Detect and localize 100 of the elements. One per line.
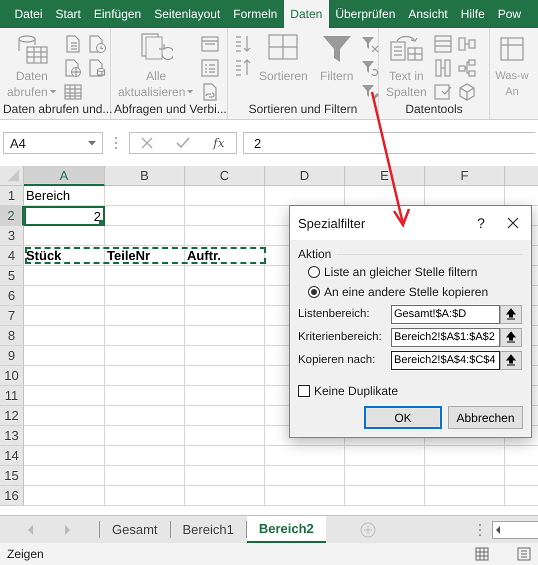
cancel-button[interactable]: Abbrechen xyxy=(448,406,523,429)
row-header[interactable]: 10 xyxy=(0,366,24,386)
collapse-dialog-button[interactable] xyxy=(500,350,522,370)
row-header[interactable]: 2 xyxy=(0,206,24,226)
database-document-icon[interactable] xyxy=(86,58,107,78)
row-header[interactable]: 14 xyxy=(0,446,24,466)
spreadsheet-cell[interactable] xyxy=(185,446,265,466)
sheet-tab[interactable]: Gesamt xyxy=(100,521,171,538)
spreadsheet-cell[interactable] xyxy=(105,306,185,326)
spreadsheet-cell[interactable] xyxy=(24,266,105,286)
row-header[interactable]: 16 xyxy=(0,486,24,506)
spreadsheet-cell[interactable] xyxy=(105,446,185,466)
row-header[interactable]: 15 xyxy=(0,466,24,486)
sheet-tab[interactable]: Bereich2 xyxy=(246,516,326,543)
sort-ascending-icon[interactable] xyxy=(233,34,253,54)
clear-filter-icon[interactable] xyxy=(360,34,380,54)
horizontal-scrollbar[interactable] xyxy=(492,520,538,538)
scroll-right-icon[interactable] xyxy=(65,524,72,534)
spreadsheet-cell[interactable] xyxy=(425,486,505,506)
spreadsheet-cell[interactable] xyxy=(105,186,185,206)
ribbon-tab[interactable]: Datei xyxy=(8,0,50,28)
spreadsheet-cell[interactable] xyxy=(185,186,265,206)
spreadsheet-cell[interactable] xyxy=(265,486,345,506)
spreadsheet-cell[interactable] xyxy=(24,226,105,246)
row-header[interactable]: 6 xyxy=(0,286,24,306)
page-layout-icon[interactable] xyxy=(517,547,531,561)
radio-button[interactable] xyxy=(308,286,320,298)
flash-fill-icon[interactable] xyxy=(432,34,453,54)
ribbon-tab[interactable]: Start xyxy=(49,0,88,28)
clock-document-icon[interactable] xyxy=(86,34,107,54)
row-header[interactable]: 1 xyxy=(0,186,24,206)
column-header[interactable]: C xyxy=(185,166,265,186)
spreadsheet-cell[interactable] xyxy=(24,306,105,326)
add-sheet-icon[interactable] xyxy=(360,522,376,538)
row-header[interactable]: 11 xyxy=(0,386,24,406)
checkbox[interactable] xyxy=(298,385,310,397)
spreadsheet-cell[interactable] xyxy=(105,326,185,346)
spreadsheet-cell[interactable] xyxy=(345,446,425,466)
spreadsheet-cell[interactable] xyxy=(185,346,265,366)
ribbon-tab[interactable]: Einfügen xyxy=(87,0,148,28)
advanced-filter-icon[interactable] xyxy=(360,82,380,102)
ribbon-tab[interactable]: Pow xyxy=(491,0,528,28)
formula-field[interactable]: 2 xyxy=(243,132,535,154)
spreadsheet-cell[interactable] xyxy=(265,446,345,466)
list-icon[interactable] xyxy=(200,58,220,78)
spreadsheet-cell[interactable] xyxy=(185,466,265,486)
ok-button[interactable]: OK xyxy=(364,406,442,429)
checkmark-icon[interactable] xyxy=(176,137,190,149)
globe-document-icon[interactable] xyxy=(62,58,83,78)
spreadsheet-cell[interactable] xyxy=(105,426,185,446)
spreadsheet-cell[interactable] xyxy=(105,206,185,226)
row-header[interactable]: 8 xyxy=(0,326,24,346)
spreadsheet-cell[interactable] xyxy=(185,266,265,286)
spreadsheet-cell[interactable] xyxy=(185,326,265,346)
spreadsheet-cell[interactable] xyxy=(425,466,505,486)
spreadsheet-cell[interactable] xyxy=(24,466,105,486)
name-box[interactable]: A4 xyxy=(3,132,103,154)
row-header[interactable]: 4 xyxy=(0,246,24,266)
row-header[interactable]: 9 xyxy=(0,346,24,366)
spreadsheet-cell[interactable] xyxy=(185,406,265,426)
spreadsheet-cell[interactable] xyxy=(24,386,105,406)
row-header[interactable]: 12 xyxy=(0,406,24,426)
spreadsheet-cell[interactable] xyxy=(265,466,345,486)
relationships-icon[interactable] xyxy=(456,58,477,78)
spreadsheet-cell[interactable]: Auftr. xyxy=(185,246,265,266)
ribbon-tab[interactable]: Daten xyxy=(284,0,329,28)
spreadsheet-cell[interactable] xyxy=(185,366,265,386)
dropdown-arrow-icon[interactable] xyxy=(88,140,96,146)
more-options-icon[interactable] xyxy=(478,522,482,536)
spreadsheet-cell[interactable] xyxy=(24,286,105,306)
data-model-icon[interactable] xyxy=(456,82,477,102)
range-input-field[interactable]: Gesamt!$A:$D xyxy=(391,304,500,324)
spreadsheet-cell[interactable] xyxy=(105,406,185,426)
sort-descending-icon[interactable] xyxy=(233,58,253,78)
spreadsheet-cell[interactable] xyxy=(24,366,105,386)
spreadsheet-cell[interactable] xyxy=(24,346,105,366)
spreadsheet-cell[interactable]: TeileNr xyxy=(105,246,185,266)
data-validation-icon[interactable] xyxy=(432,82,453,102)
range-input-field[interactable]: Bereich2!$A$1:$A$2 xyxy=(391,328,500,346)
collapse-dialog-button[interactable] xyxy=(500,304,522,324)
option-label[interactable]: An eine andere Stelle kopieren xyxy=(324,285,488,299)
row-header[interactable]: 5 xyxy=(0,266,24,286)
ribbon-tab[interactable]: Hilfe xyxy=(454,0,492,28)
checkbox-label[interactable]: Keine Duplikate xyxy=(314,384,398,398)
row-header[interactable]: 3 xyxy=(0,226,24,246)
spreadsheet-cell[interactable] xyxy=(185,486,265,506)
column-header[interactable]: B xyxy=(105,166,185,186)
table-icon[interactable] xyxy=(62,82,83,102)
spreadsheet-cell[interactable] xyxy=(425,446,505,466)
spreadsheet-cell[interactable] xyxy=(345,486,425,506)
column-header[interactable] xyxy=(505,166,538,186)
spreadsheet-cell[interactable] xyxy=(105,266,185,286)
spreadsheet-cell[interactable] xyxy=(24,426,105,446)
column-header[interactable]: F xyxy=(425,166,505,186)
spreadsheet-cell[interactable] xyxy=(105,346,185,366)
normal-view-icon[interactable] xyxy=(475,547,489,561)
row-header[interactable]: 13 xyxy=(0,426,24,446)
spreadsheet-cell[interactable]: Bereich xyxy=(24,186,105,206)
remove-duplicates-icon[interactable] xyxy=(432,58,453,78)
spreadsheet-cell[interactable] xyxy=(345,466,425,486)
